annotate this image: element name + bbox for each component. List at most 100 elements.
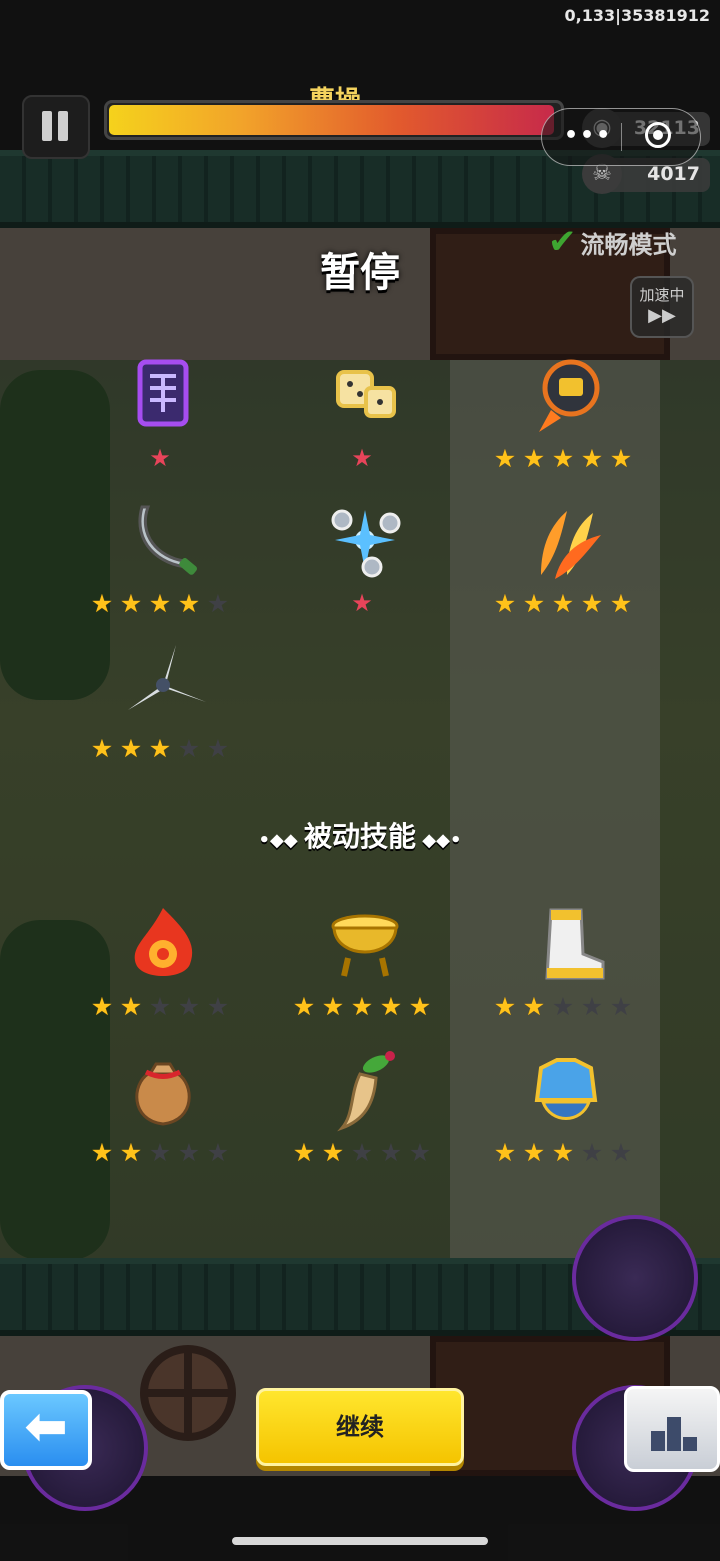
continue-button[interactable]: 继续 bbox=[256, 1388, 464, 1466]
star-icon: ★ bbox=[177, 589, 201, 618]
star-rating: ★ ★ ★ ★ ★ bbox=[80, 591, 240, 617]
wheel-icon bbox=[140, 1345, 236, 1441]
star-icon: ★ bbox=[206, 589, 230, 618]
star-icon: ★ bbox=[408, 992, 432, 1021]
speed-button[interactable]: 加速中 ▶▶ bbox=[630, 276, 694, 338]
star-rating: ★ ★ ★ ★ ★ bbox=[483, 1140, 643, 1166]
star-icon: ★ bbox=[609, 589, 633, 618]
active-skill-0[interactable]: ★ bbox=[80, 350, 240, 490]
active-skill-6[interactable]: ★ ★ ★ ★ ★ bbox=[80, 640, 240, 780]
passive-title-text: 被动技能 bbox=[303, 820, 416, 853]
spinning-blades-icon bbox=[118, 640, 208, 730]
back-arrow-icon: ⬅ bbox=[24, 1397, 68, 1457]
podium-icon bbox=[651, 1431, 665, 1451]
star-icon: ★ bbox=[177, 1138, 201, 1167]
star-rating: ★ ★ ★ ★ ★ bbox=[483, 591, 643, 617]
star-rating: ★ ★ ★ ★ ★ bbox=[80, 994, 240, 1020]
smooth-mode-toggle[interactable]: ✔ 流畅模式 bbox=[548, 222, 677, 262]
gem-star-icon: ★ bbox=[149, 444, 171, 472]
leaderboard-button[interactable] bbox=[624, 1386, 720, 1472]
passive-skill-3[interactable]: ★ ★ ★ ★ ★ bbox=[80, 1044, 240, 1184]
star-icon: ★ bbox=[522, 444, 546, 473]
star-icon: ★ bbox=[551, 992, 575, 1021]
star-icon: ★ bbox=[350, 1138, 374, 1167]
active-skill-4[interactable]: ★ bbox=[282, 495, 442, 635]
star-icon: ★ bbox=[90, 734, 114, 763]
armor-icon bbox=[521, 1044, 611, 1134]
star-rating: ★ ★ ★ ★ ★ bbox=[483, 994, 643, 1020]
star-icon: ★ bbox=[148, 589, 172, 618]
star-rating: ★ ★ ★ ★ ★ bbox=[483, 446, 643, 472]
rocket-drone-icon bbox=[521, 350, 611, 440]
star-icon: ★ bbox=[292, 992, 316, 1021]
fast-forward-icon: ▶▶ bbox=[648, 305, 676, 326]
star-icon: ★ bbox=[522, 992, 546, 1021]
close-target-icon[interactable] bbox=[645, 122, 671, 148]
star-icon: ★ bbox=[119, 589, 143, 618]
star-icon: ★ bbox=[493, 1138, 517, 1167]
star-icon: ★ bbox=[408, 1138, 432, 1167]
star-icon: ★ bbox=[206, 992, 230, 1021]
passive-skill-5[interactable]: ★ ★ ★ ★ ★ bbox=[483, 1044, 643, 1184]
star-icon: ★ bbox=[493, 444, 517, 473]
star-icon: ★ bbox=[379, 1138, 403, 1167]
star-icon: ★ bbox=[206, 1138, 230, 1167]
star-icon: ★ bbox=[580, 444, 604, 473]
star-icon: ★ bbox=[90, 992, 114, 1021]
star-rating: ★ ★ ★ ★ ★ bbox=[282, 1140, 442, 1166]
curved-sword-icon bbox=[118, 495, 208, 585]
star-icon: ★ bbox=[148, 992, 172, 1021]
passive-skill-4[interactable]: ★ ★ ★ ★ ★ bbox=[282, 1044, 442, 1184]
passive-skills-title: •◆◆ 被动技能 ◆◆• bbox=[0, 815, 720, 855]
star-icon: ★ bbox=[292, 1138, 316, 1167]
ice-orbs-icon bbox=[320, 495, 410, 585]
flame-feathers-icon bbox=[521, 495, 611, 585]
star-icon: ★ bbox=[493, 992, 517, 1021]
active-skill-5[interactable]: ★ ★ ★ ★ ★ bbox=[483, 495, 643, 635]
podium-icon-right bbox=[683, 1437, 697, 1451]
boss-hp-fill bbox=[109, 105, 554, 135]
star-icon: ★ bbox=[90, 1138, 114, 1167]
star-icon: ★ bbox=[119, 992, 143, 1021]
active-skill-3[interactable]: ★ ★ ★ ★ ★ bbox=[80, 495, 240, 635]
star-icon: ★ bbox=[350, 992, 374, 1021]
star-icon: ★ bbox=[177, 992, 201, 1021]
star-rating: ★ ★ ★ ★ ★ bbox=[80, 736, 240, 762]
dots-left-icon: •◆◆ bbox=[258, 830, 304, 851]
star-icon: ★ bbox=[580, 1138, 604, 1167]
star-icon: ★ bbox=[551, 1138, 575, 1167]
golden-cauldron-icon bbox=[320, 898, 410, 988]
podium-icon-mid bbox=[667, 1417, 681, 1451]
fire-spirit-icon bbox=[118, 898, 208, 988]
mini-program-capsule: ••• bbox=[541, 108, 701, 166]
more-icon[interactable]: ••• bbox=[564, 123, 612, 148]
star-icon: ★ bbox=[119, 1138, 143, 1167]
smooth-mode-label: 流畅模式 bbox=[580, 231, 677, 259]
boot-icon bbox=[521, 898, 611, 988]
active-skill-2[interactable]: ★ ★ ★ ★ ★ bbox=[483, 350, 643, 490]
star-icon: ★ bbox=[177, 734, 201, 763]
star-icon: ★ bbox=[551, 589, 575, 618]
active-skill-1[interactable]: ★ bbox=[282, 350, 442, 490]
star-icon: ★ bbox=[551, 444, 575, 473]
star-icon: ★ bbox=[609, 992, 633, 1021]
star-icon: ★ bbox=[321, 1138, 345, 1167]
coin-bag-icon bbox=[118, 1044, 208, 1134]
back-button[interactable]: ⬅ bbox=[0, 1390, 92, 1470]
status-text: 0,133|35381912 bbox=[564, 6, 710, 25]
golden-dice-icon bbox=[320, 350, 410, 440]
star-icon: ★ bbox=[90, 589, 114, 618]
passive-skill-0[interactable]: ★ ★ ★ ★ ★ bbox=[80, 898, 240, 1038]
star-icon: ★ bbox=[580, 992, 604, 1021]
check-icon: ✔ bbox=[548, 222, 577, 262]
star-icon: ★ bbox=[206, 734, 230, 763]
gem-star-icon: ★ bbox=[351, 589, 373, 617]
star-icon: ★ bbox=[379, 992, 403, 1021]
hero-orb-top-right bbox=[572, 1215, 698, 1341]
star-icon: ★ bbox=[609, 1138, 633, 1167]
speed-label: 加速中 bbox=[639, 286, 685, 304]
star-icon: ★ bbox=[580, 589, 604, 618]
passive-skill-2[interactable]: ★ ★ ★ ★ ★ bbox=[483, 898, 643, 1038]
home-indicator[interactable] bbox=[232, 1537, 488, 1545]
passive-skill-1[interactable]: ★ ★ ★ ★ ★ bbox=[282, 898, 442, 1038]
